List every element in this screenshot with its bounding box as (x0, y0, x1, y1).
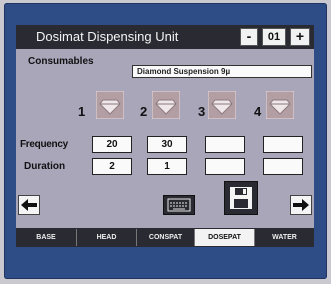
controller-number-1: 1 (78, 104, 86, 119)
right-arrow-icon (293, 199, 309, 211)
save-button[interactable] (224, 181, 258, 215)
title-bar: Dosimat Dispensing Unit - 01 + (16, 25, 314, 49)
frequency-field-4[interactable] (263, 136, 303, 153)
duration-label: Duration (24, 161, 66, 172)
keyboard-icon (167, 198, 191, 212)
controller-button-3[interactable] (207, 90, 237, 120)
duration-field-4[interactable] (263, 158, 303, 175)
increment-button[interactable]: + (290, 28, 310, 46)
diamond-icon (151, 90, 181, 120)
controller-number-3: 3 (198, 104, 206, 119)
diamond-icon (95, 90, 125, 120)
tab-conspat[interactable]: CONSPAT (136, 229, 194, 246)
controller-button-1[interactable] (95, 90, 125, 120)
frequency-label: Frequency (20, 139, 68, 150)
keyboard-button[interactable] (163, 195, 195, 215)
tab-water[interactable]: WATER (254, 229, 314, 246)
frequency-field-1[interactable]: 20 (92, 136, 132, 153)
controller-number-2: 2 (140, 104, 148, 119)
consumables-value: Diamond Suspension 9µ (137, 67, 231, 76)
controller-button-4[interactable] (265, 90, 295, 120)
diamond-icon (207, 90, 237, 120)
next-page-button[interactable] (290, 195, 312, 215)
tab-dosepat[interactable]: DOSEPAT (194, 229, 254, 246)
left-arrow-icon (21, 199, 37, 211)
tab-base[interactable]: BASE (16, 229, 76, 246)
diamond-icon (265, 90, 295, 120)
tab-head[interactable]: HEAD (76, 229, 136, 246)
consumables-field[interactable]: Diamond Suspension 9µ (132, 65, 312, 78)
duration-field-3[interactable] (205, 158, 245, 175)
duration-field-1[interactable]: 2 (92, 158, 132, 175)
tab-bar: BASE HEAD CONSPAT DOSEPAT WATER (16, 228, 314, 247)
previous-page-button[interactable] (18, 195, 40, 215)
window-title: Dosimat Dispensing Unit (36, 29, 179, 44)
decrement-button[interactable]: - (240, 28, 258, 46)
frequency-field-3[interactable] (205, 136, 245, 153)
controller-button-2[interactable] (151, 90, 181, 120)
save-icon (230, 187, 252, 209)
frequency-field-2[interactable]: 30 (147, 136, 187, 153)
duration-field-2[interactable]: 1 (147, 158, 187, 175)
hmi-screen: Dosimat Dispensing Unit - 01 + Consumabl… (16, 25, 314, 247)
controller-number-4: 4 (254, 104, 262, 119)
consumables-label: Consumables (28, 56, 94, 67)
unit-number: 01 (262, 28, 286, 46)
